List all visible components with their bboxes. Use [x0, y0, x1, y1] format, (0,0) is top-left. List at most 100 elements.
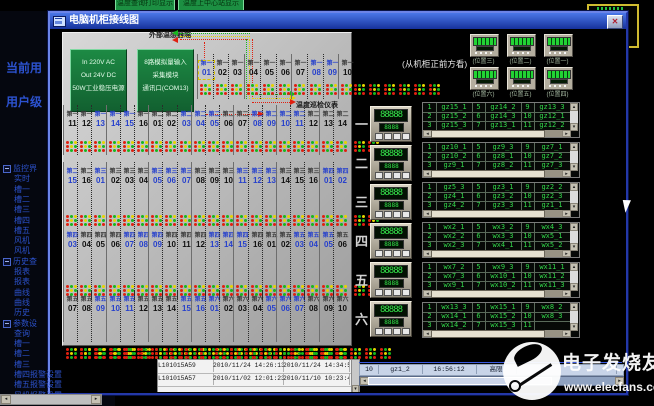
record-time-cell[interactable]: 2010/11/24 14:34:57 — [283, 360, 350, 372]
meter-button[interactable] — [375, 289, 383, 296]
meter-button[interactable] — [402, 289, 410, 296]
meter-button[interactable] — [402, 133, 410, 140]
record-time-cell[interactable]: 2010/11/24 14:26:13 — [213, 360, 284, 372]
scroll-down-arrow[interactable]: ▾ — [570, 123, 578, 131]
scroll-down-arrow[interactable]: ▾ — [570, 283, 578, 291]
table-row[interactable]: 3gz15_37gz13_111gz12_2 — [423, 121, 570, 130]
meter-button[interactable] — [384, 133, 392, 140]
meter-button[interactable] — [375, 172, 383, 179]
table-row[interactable]: 2gz10_26gz8_110gz7_2 — [423, 152, 570, 161]
alarm-tag-cell[interactable]: gz1_2 — [378, 365, 423, 374]
meter-button[interactable] — [402, 172, 410, 179]
table-vscrollbar[interactable]: ▴▾ — [570, 303, 578, 330]
table-hscrollbar[interactable]: ◂▸ — [423, 170, 570, 177]
meter-button[interactable] — [393, 133, 401, 140]
scroll-down-arrow[interactable]: ▾ — [352, 385, 359, 392]
meter-button[interactable] — [384, 250, 392, 257]
window-titlebar[interactable]: 电脑机柜接线图 ✕ — [50, 13, 626, 29]
scroll-up-arrow[interactable]: ▴ — [570, 263, 578, 271]
tree-item-槽二[interactable]: 槽二 — [14, 349, 30, 358]
table-row[interactable]: 1gz15_15gz14_29gz13_3 — [423, 103, 570, 112]
meter-button[interactable] — [393, 211, 401, 218]
scroll-right-arrow[interactable]: ▸ — [562, 250, 571, 257]
table-row[interactable]: 1gz10_15gz9_39gz7_1 — [423, 143, 570, 152]
tree-item-查询[interactable]: 查询 — [14, 329, 30, 338]
meter-button[interactable] — [402, 211, 410, 218]
table-row[interactable]: 2wx14_16wx15_210wx8_3 — [423, 312, 570, 321]
tree-node-icon[interactable] — [3, 320, 11, 328]
tree-item-槽一[interactable]: 槽一 — [14, 339, 30, 348]
table-row[interactable]: 2gz15_26gz14_310gz12_1 — [423, 112, 570, 121]
table-vscrollbar[interactable]: ▴▾ — [570, 143, 578, 170]
table-row[interactable]: 3wx2_37wx4_111wx5_2 — [423, 241, 570, 250]
tree-item-槽五[interactable]: 槽五 — [14, 226, 30, 235]
scroll-thumb[interactable] — [431, 170, 545, 178]
tree-node-icon[interactable] — [3, 165, 11, 173]
table-row[interactable]: 3wx14_27wx15_311 — [423, 321, 570, 330]
scroll-left-arrow[interactable]: ◂ — [1, 395, 11, 404]
scroll-right-arrow[interactable]: ▸ — [562, 170, 571, 177]
record-id-cell[interactable]: L101015A57 — [158, 373, 214, 385]
tree-item-报表[interactable]: 报表 — [14, 277, 30, 286]
scroll-down-arrow[interactable]: ▾ — [570, 203, 578, 211]
sidebar-hscrollbar[interactable]: ◂▸ — [0, 394, 102, 405]
scroll-thumb[interactable] — [431, 250, 545, 258]
scroll-up-arrow[interactable]: ▴ — [570, 103, 578, 111]
alarm-time-cell[interactable]: 16:56:12 — [422, 365, 477, 374]
tree-item-槽三[interactable]: 槽三 — [14, 205, 30, 214]
table-hscrollbar[interactable]: ◂▸ — [423, 210, 570, 217]
meter-button[interactable] — [393, 250, 401, 257]
scroll-up-arrow[interactable]: ▴ — [570, 143, 578, 151]
scroll-right-arrow[interactable]: ▸ — [562, 210, 571, 217]
meter-button[interactable] — [402, 328, 410, 335]
table-row[interactable]: 1wx7_25wx9_39wx11_1 — [423, 263, 570, 272]
tree-item-曲线[interactable]: 曲线 — [14, 288, 30, 297]
record-time-cell[interactable]: 2010/11/10 10:23:40 — [283, 373, 350, 385]
tree-item-槽五报警设置[interactable]: 槽五报警设置 — [14, 380, 62, 389]
meter-button[interactable] — [393, 289, 401, 296]
tree-item-历史[interactable]: 历史 — [14, 308, 30, 317]
table-row[interactable]: 1gz5_35gz3_19gz2_2 — [423, 183, 570, 192]
temperature-query-button[interactable]: 温度查询打印显示 — [115, 0, 175, 11]
table-hscrollbar[interactable]: ◂▸ — [423, 290, 570, 297]
table-row[interactable]: 1wx2_15wx3_29wx4_3 — [423, 223, 570, 232]
tree-item-实时[interactable]: 实时 — [14, 174, 30, 183]
meter-button[interactable] — [375, 133, 383, 140]
tree-item-风机[interactable]: 风机 — [14, 246, 30, 255]
meter-button[interactable] — [393, 328, 401, 335]
record-id-cell[interactable]: L101015A59 — [158, 360, 214, 372]
meter-button[interactable] — [375, 211, 383, 218]
scroll-right-arrow[interactable]: ▸ — [91, 395, 101, 404]
table-row[interactable]: 1wx13_35wx15_19wx8_2 — [423, 303, 570, 312]
meter-button[interactable] — [384, 211, 392, 218]
meter-button[interactable] — [393, 172, 401, 179]
table-row[interactable]: 3gz9_17gz8_211gz7_3 — [423, 161, 570, 170]
scroll-thumb[interactable] — [431, 290, 545, 298]
scroll-thumb[interactable] — [431, 130, 545, 138]
meter-button[interactable] — [384, 328, 392, 335]
tree-item-槽一[interactable]: 槽一 — [14, 185, 30, 194]
tree-node-icon[interactable] — [3, 258, 11, 266]
alarm-index-cell[interactable]: 10 — [360, 365, 379, 374]
table-row[interactable]: 3wx9_17wx10_211wx11_3 — [423, 281, 570, 290]
table-row[interactable]: 2wx2_26wx3_310wx5_1 — [423, 232, 570, 241]
scroll-right-arrow[interactable]: ▸ — [562, 130, 571, 137]
scroll-down-arrow[interactable]: ▾ — [570, 243, 578, 251]
table-row[interactable]: 3gz4_27gz3_311gz1_1 — [423, 201, 570, 210]
meter-button[interactable] — [402, 250, 410, 257]
temperature-upload-button[interactable]: 温度上中心站显示 — [178, 0, 244, 11]
tree-item-曲线[interactable]: 曲线 — [14, 298, 30, 307]
table-hscrollbar[interactable]: ◂▸ — [423, 130, 570, 137]
meter-button[interactable] — [375, 328, 383, 335]
scroll-thumb[interactable] — [431, 210, 545, 218]
history-row[interactable]: L101015A572010/11/02 12:01:232010/11/10 … — [158, 373, 351, 387]
meter-button[interactable] — [384, 289, 392, 296]
table-vscrollbar[interactable]: ▴▾ — [570, 263, 578, 290]
scroll-up-arrow[interactable]: ▴ — [570, 303, 578, 311]
table-vscrollbar[interactable]: ▴▾ — [570, 103, 578, 130]
tree-item-槽二[interactable]: 槽二 — [14, 195, 30, 204]
meter-button[interactable] — [384, 172, 392, 179]
record-time-cell[interactable]: 2010/11/02 12:01:23 — [213, 373, 284, 385]
tree-item-槽四报警设置[interactable]: 槽四报警设置 — [14, 370, 62, 379]
table-vscrollbar[interactable]: ▴▾ — [570, 223, 578, 250]
